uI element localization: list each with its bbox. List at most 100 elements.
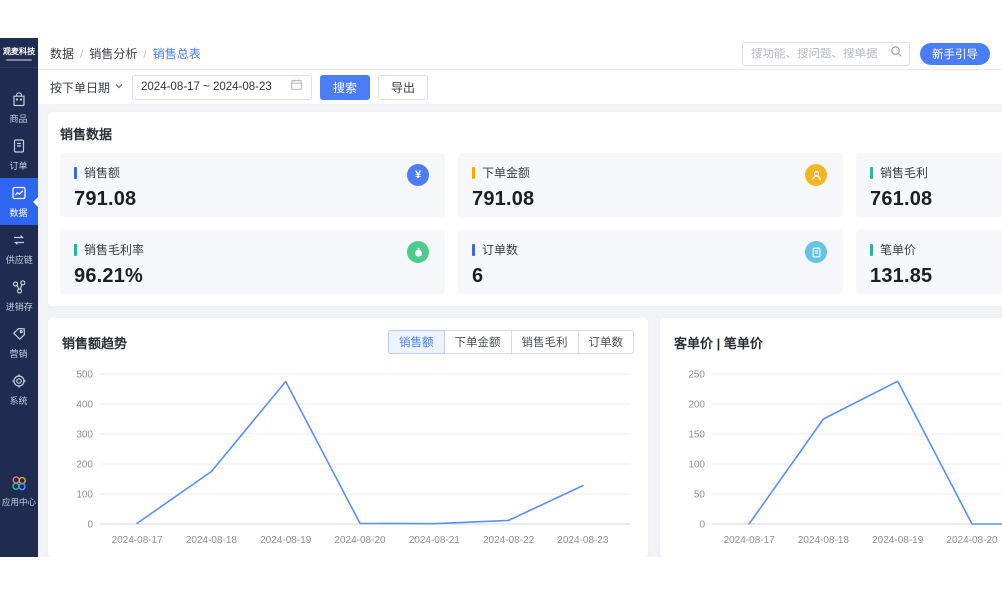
inventory-icon	[10, 278, 28, 296]
sidebar-item-supply-chain[interactable]: 供应链	[0, 225, 38, 272]
filter-bar: 按下单日期 搜索 导出	[38, 70, 1002, 104]
app-center-icon	[10, 474, 28, 492]
metric-grid: 销售额 791.08 ¥ 下单金额 791.08	[60, 153, 1002, 294]
tab-gross-profit[interactable]: 销售毛利	[511, 330, 579, 354]
accent-bar	[870, 244, 873, 256]
search-icon[interactable]	[890, 45, 903, 63]
accent-bar	[870, 167, 873, 179]
breadcrumb: 数据 / 销售分析 / 销售总表	[50, 45, 201, 62]
svg-text:0: 0	[699, 520, 705, 531]
sidebar-item-data[interactable]: 数据	[0, 178, 38, 225]
data-icon	[10, 184, 28, 202]
trend-metric-tabs: 销售额 下单金额 销售毛利 订单数	[388, 330, 634, 354]
sidebar-menu: 商品 订单 数据	[0, 84, 38, 514]
search-input[interactable]	[751, 48, 890, 60]
accent-bar	[74, 244, 77, 256]
svg-text:150: 150	[688, 430, 705, 441]
yen-circle-icon: ¥	[407, 164, 429, 186]
svg-text:100: 100	[76, 490, 93, 501]
sidebar-item-orders[interactable]: 订单	[0, 131, 38, 178]
breadcrumb-separator: /	[80, 47, 83, 61]
app-window: 观麦科技 商品 订单	[0, 38, 1002, 557]
sidebar-item-app-center[interactable]: 应用中心	[0, 467, 38, 514]
svg-text:2024-08-20: 2024-08-20	[334, 535, 386, 546]
metric-value: 131.85	[870, 265, 1002, 288]
breadcrumb-data[interactable]: 数据	[50, 45, 74, 62]
marketing-icon	[10, 325, 28, 343]
svg-text:2024-08-19: 2024-08-19	[872, 535, 924, 546]
date-range-input[interactable]	[141, 81, 284, 93]
svg-text:100: 100	[688, 460, 705, 471]
svg-text:2024-08-22: 2024-08-22	[483, 535, 535, 546]
brand-name: 观麦科技	[3, 45, 35, 56]
sidebar-item-label: 应用中心	[2, 495, 36, 507]
sidebar: 观麦科技 商品 订单	[0, 38, 38, 557]
metric-value: 6	[472, 265, 829, 288]
user-circle-icon	[805, 164, 827, 186]
metric-card-order-count: 订单数 6	[458, 230, 843, 294]
panel-title: 销售数据	[60, 124, 1002, 143]
date-type-select[interactable]: 按下单日期	[50, 79, 124, 96]
top-header: 数据 / 销售分析 / 销售总表 新手引导	[38, 38, 1002, 70]
export-button[interactable]: 导出	[378, 75, 428, 100]
sidebar-item-label: 供应链	[5, 252, 32, 265]
search-button[interactable]: 搜索	[320, 75, 370, 100]
chart-title: 客单价 | 笔单价	[674, 333, 763, 352]
browser-top-gap	[0, 0, 1002, 38]
svg-text:2024-08-19: 2024-08-19	[260, 535, 312, 546]
breadcrumb-sales-analysis[interactable]: 销售分析	[89, 45, 137, 62]
chart-title: 销售额趋势	[62, 333, 127, 352]
svg-text:2024-08-18: 2024-08-18	[798, 535, 850, 546]
system-icon	[10, 372, 28, 390]
sidebar-item-goods[interactable]: 商品	[0, 84, 38, 131]
tab-sales-amount[interactable]: 销售额	[388, 330, 445, 354]
svg-text:50: 50	[694, 490, 706, 501]
svg-text:200: 200	[76, 460, 93, 471]
date-type-label: 按下单日期	[50, 79, 110, 96]
metric-card-gross-profit: 销售毛利 761.08 ¥	[856, 153, 1002, 217]
sidebar-item-label: 订单	[10, 158, 28, 171]
accent-bar	[74, 167, 77, 179]
metric-card-gross-margin: 销售毛利率 96.21%	[60, 230, 445, 294]
sidebar-item-label: 商品	[10, 111, 28, 124]
breadcrumb-sales-summary: 销售总表	[153, 45, 201, 62]
sidebar-item-inventory[interactable]: 进销存	[0, 272, 38, 319]
price-per-customer-chart: 0501001502002502024-08-172024-08-182024-…	[674, 360, 1002, 550]
svg-text:2024-08-21: 2024-08-21	[409, 535, 461, 546]
brand-logo: 观麦科技	[0, 38, 38, 68]
bag-icon	[10, 90, 28, 108]
svg-text:2024-08-20: 2024-08-20	[946, 535, 998, 546]
tab-order-count[interactable]: 订单数	[578, 330, 635, 354]
tab-order-amount[interactable]: 下单金额	[444, 330, 512, 354]
sales-trend-chart: 01002003004005002024-08-172024-08-182024…	[62, 360, 634, 550]
metric-card-avg-order-value: 笔单价 131.85 ¥	[856, 230, 1002, 294]
breadcrumb-separator: /	[143, 47, 146, 61]
sidebar-item-label: 数据	[10, 205, 28, 218]
metric-value: 96.21%	[74, 265, 431, 288]
chevron-down-icon	[114, 80, 124, 94]
guide-button[interactable]: 新手引导	[920, 43, 990, 65]
calendar-icon[interactable]	[290, 78, 303, 96]
metric-label: 笔单价	[880, 241, 916, 258]
date-range-picker[interactable]	[132, 75, 312, 100]
metric-label: 下单金额	[482, 164, 530, 181]
sidebar-item-marketing[interactable]: 营销	[0, 319, 38, 366]
svg-text:400: 400	[76, 400, 93, 411]
metric-value: 761.08	[870, 188, 1002, 211]
brand-tagline	[6, 59, 32, 61]
sidebar-item-system[interactable]: 系统	[0, 366, 38, 413]
svg-text:0: 0	[87, 520, 93, 531]
metric-label: 销售额	[84, 164, 120, 181]
svg-text:250: 250	[688, 370, 705, 381]
metric-value: 791.08	[74, 188, 431, 211]
sales-trend-card: 销售额趋势 销售额 下单金额 销售毛利 订单数 0100200300400500…	[48, 318, 648, 557]
accent-bar	[472, 244, 475, 256]
sales-data-panel: 销售数据 销售额 791.08 ¥ 下单金额 791.08	[48, 112, 1002, 306]
main-area: 数据 / 销售分析 / 销售总表 新手引导 按下单日期	[38, 38, 1002, 557]
header-right: 新手引导	[742, 42, 990, 66]
svg-text:2024-08-17: 2024-08-17	[112, 535, 164, 546]
moneybag-circle-icon	[407, 241, 429, 263]
sidebar-item-label: 进销存	[5, 299, 32, 312]
global-search[interactable]	[742, 42, 910, 66]
metric-value: 791.08	[472, 188, 829, 211]
